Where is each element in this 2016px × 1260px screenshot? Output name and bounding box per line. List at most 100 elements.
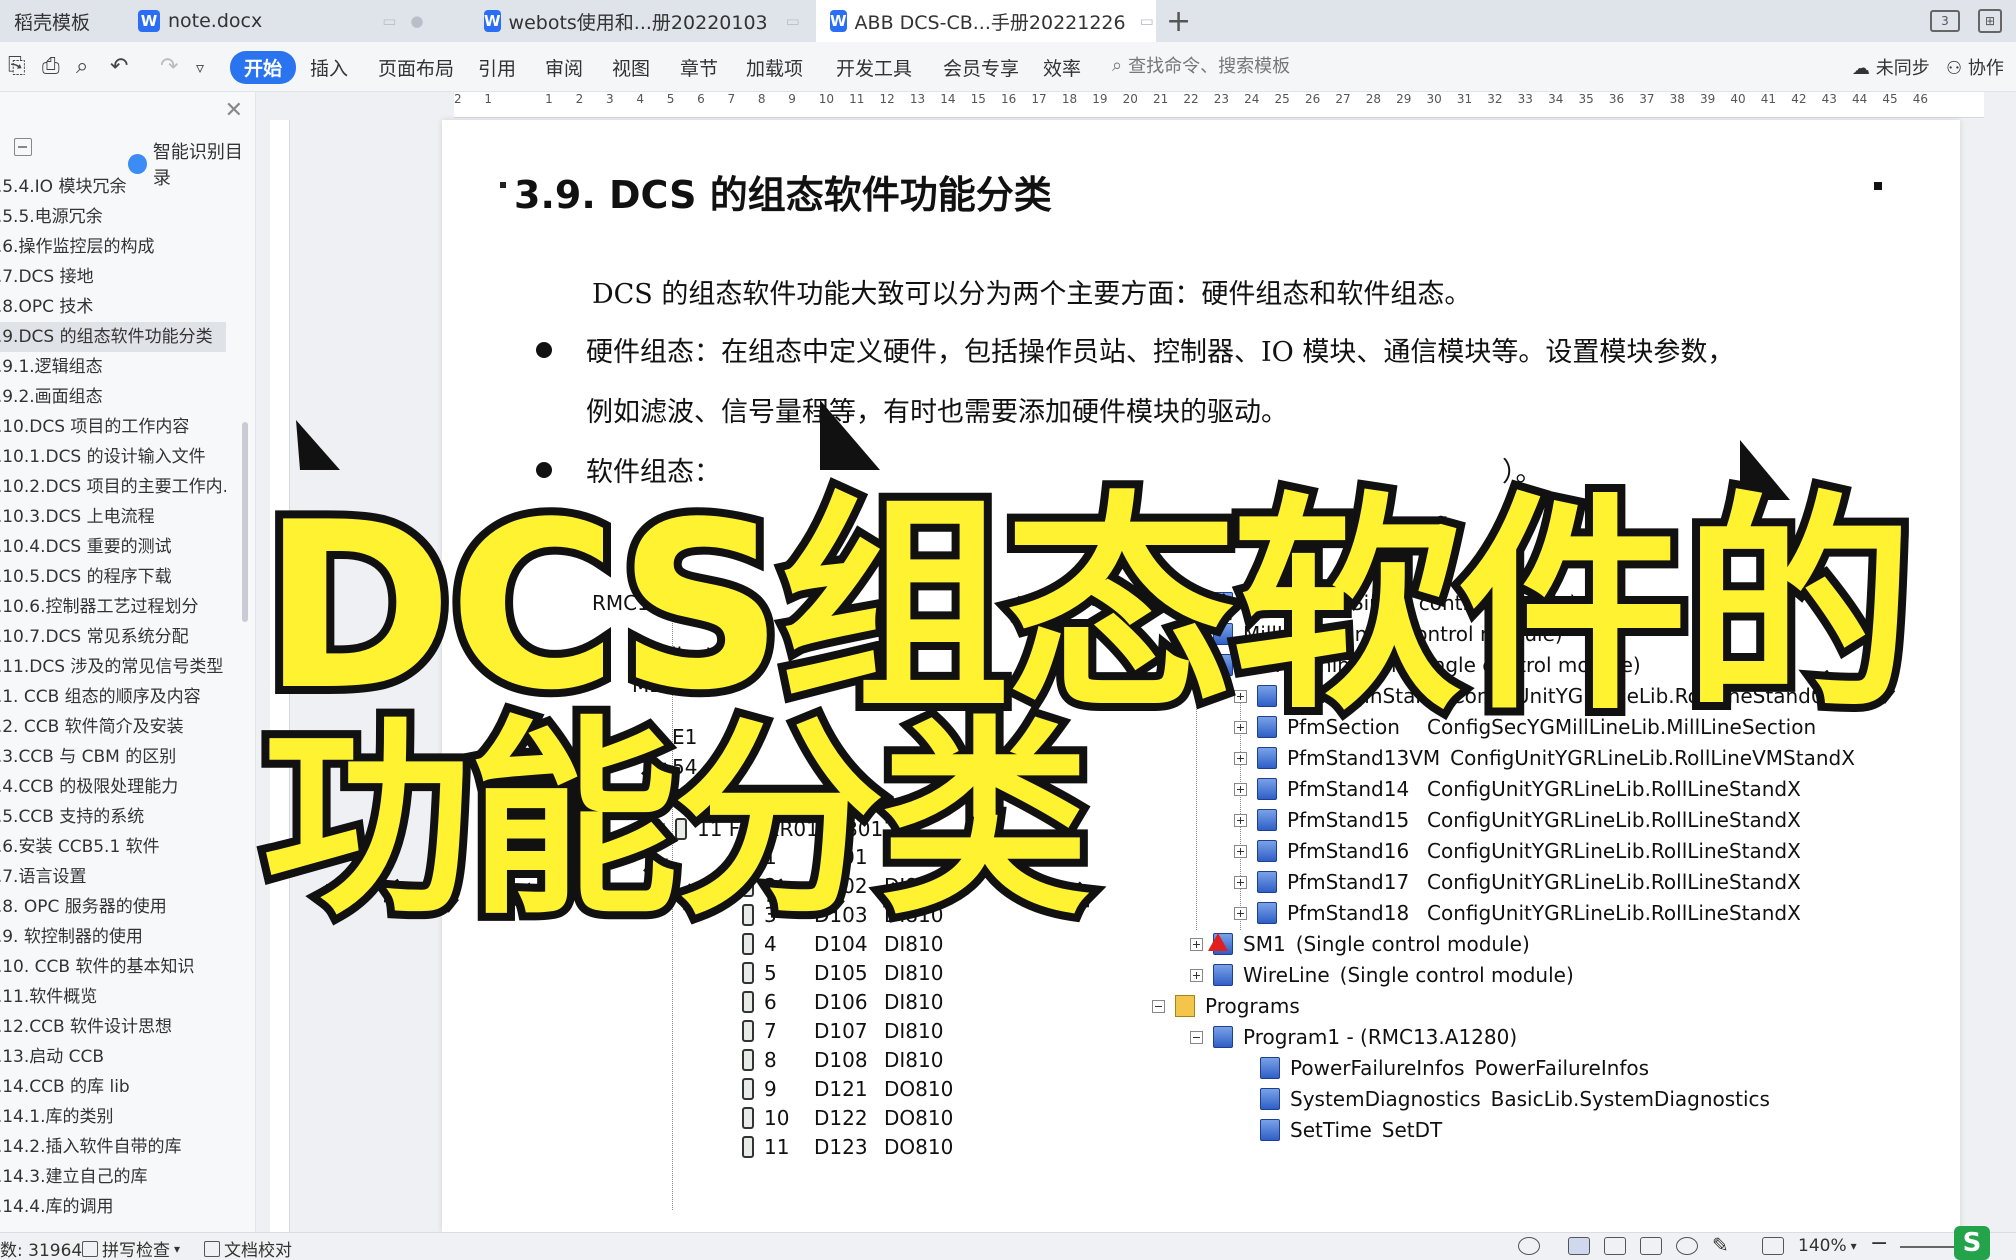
tree-row[interactable]: WireLine (Single control module) <box>1190 962 1574 988</box>
toc-item[interactable]: 3.10.7.DCS 常见系统分配 <box>0 622 226 652</box>
pen-icon[interactable]: ✎ <box>1712 1233 1734 1257</box>
collapse-node-icon[interactable] <box>652 822 665 836</box>
tree-row[interactable]: PfmStand15 ConfigUnitYGRLineLib.RollLineS… <box>1234 807 1801 833</box>
tree-row[interactable]: SetTime SetDT <box>1260 1117 1442 1143</box>
toc-item[interactable]: 3.7.DCS 接地 <box>0 262 226 292</box>
page-view-icon[interactable] <box>1568 1237 1590 1255</box>
sogou-ime-icon[interactable]: S <box>1954 1226 1990 1260</box>
toc-item[interactable]: 4.14.CCB 的库 lib <box>0 1072 226 1102</box>
document-page[interactable]: 3.9. DCS 的组态软件功能分类 DCS 的组态软件功能大致可以分为两个主要… <box>442 120 1960 1232</box>
expand-node-icon[interactable] <box>1190 627 1203 641</box>
toc-item[interactable]: 3.11.DCS 涉及的常见信号类型 <box>0 652 226 682</box>
collapse-node-icon[interactable] <box>1190 1030 1203 1044</box>
tab-note-docx[interactable]: W note.docx ▭ ● <box>124 0 468 42</box>
toc-item[interactable]: 4.10. CCB 软件的基本知识 <box>0 952 226 982</box>
expand-node-icon[interactable] <box>1234 844 1247 858</box>
menu-home[interactable]: 开始 <box>230 51 297 84</box>
tree-row[interactable]: PfmStand16 ConfigUnitYGRLineLib.RollLineS… <box>1234 838 1801 864</box>
toc-item[interactable]: 3.9.1.逻辑组态 <box>0 352 226 382</box>
menu-view[interactable]: 视图 <box>612 54 650 81</box>
collaborate-button[interactable]: ⚇ 协作 <box>1946 54 2004 80</box>
tree-row-io[interactable]: 5 D105 DI810 <box>742 960 943 986</box>
collapse-all-icon[interactable] <box>14 138 32 156</box>
tree-row[interactable]: PfmSection ConfigSecYGMillLineLib.MillLin… <box>1234 714 1816 740</box>
command-search[interactable]: ⌕ 查找命令、搜索模板 <box>1112 52 1290 78</box>
tree-row[interactable]: SM1 (Single control module) <box>1190 931 1530 957</box>
tree-row-io[interactable]: 8 D108 DI810 <box>742 1047 943 1073</box>
tree-row-io[interactable]: 7 D107 DI810 <box>742 1018 943 1044</box>
reading-view-icon[interactable] <box>1640 1237 1662 1255</box>
window-layout-icon[interactable]: 3 <box>1930 10 1960 32</box>
menu-addins[interactable]: 加载项 <box>746 54 803 81</box>
tree-row-io[interactable]: 1 D101 DI810 <box>742 844 943 870</box>
customize-dropdown-icon[interactable]: ▿ <box>196 58 204 77</box>
tree-row-io[interactable]: 2 D102 DI810 <box>742 873 943 899</box>
tree-row[interactable]: Program1 - (RMC13.A1280) <box>1190 1024 1517 1050</box>
horizontal-ruler[interactable]: 2 1 1 2 3 4 5 6 7 8 9 10 11 12 13 14 15 16 17 18 19 20 21 22 23 2… <box>454 92 1984 118</box>
expand-node-icon[interactable] <box>1234 875 1247 889</box>
expand-node-icon[interactable] <box>1234 782 1247 796</box>
expand-node-icon[interactable] <box>1190 968 1203 982</box>
close-icon[interactable]: ✕ <box>225 98 243 123</box>
tree-row-io[interactable]: 6 D106 DI810 <box>742 989 943 1015</box>
tab-pin-icon[interactable]: ▭ <box>1140 12 1154 30</box>
tree-row-module[interactable]: 11 F08XR01 CI801 <box>652 816 883 842</box>
spell-check-toggle[interactable]: 拼写检查 ▾ <box>82 1236 180 1260</box>
outline-view-icon[interactable] <box>1604 1237 1626 1255</box>
menu-efficiency[interactable]: 效率 <box>1043 54 1081 81</box>
toc-item[interactable]: 3.9.2.画面组态 <box>0 382 226 412</box>
toc-item[interactable]: 4.5.CCB 支持的系统 <box>0 802 226 832</box>
eye-protection-icon[interactable] <box>1518 1237 1540 1255</box>
expand-node-icon[interactable] <box>1234 813 1247 827</box>
toc-item[interactable]: 3.10.4.DCS 重要的测试 <box>0 532 226 562</box>
expand-node-icon[interactable] <box>1234 720 1247 734</box>
expand-node-icon[interactable] <box>1234 689 1247 703</box>
tab-pin-icon[interactable]: ▭ <box>786 12 800 30</box>
tree-row[interactable]: Programs <box>1152 993 1300 1019</box>
tree-row[interactable]: SystemDiagnostics BasicLib.SystemDiagnost… <box>1260 1086 1770 1112</box>
toc-item[interactable]: 3.10.6.控制器工艺过程划分 <box>0 592 226 622</box>
toc-item[interactable]: 4.8. OPC 服务器的使用 <box>0 892 226 922</box>
web-view-icon[interactable] <box>1676 1237 1698 1255</box>
toc-item[interactable]: 4.14.3.建立自己的库 <box>0 1162 226 1192</box>
sync-status[interactable]: ☁ 未同步 <box>1852 54 1930 80</box>
tree-row-io[interactable]: 11 D123 DO810 <box>742 1134 953 1160</box>
tree-row[interactable]: PowerFailureInfos PowerFailureInfos <box>1260 1055 1649 1081</box>
toc-item[interactable]: 4.6.安装 CCB5.1 软件 <box>0 832 226 862</box>
menu-references[interactable]: 引用 <box>478 54 516 81</box>
toc-item[interactable]: 4.14.1.库的类别 <box>0 1102 226 1132</box>
toc-item[interactable]: 4.4.CCB 的极限处理能力 <box>0 772 226 802</box>
tab-pin-icon[interactable]: ▭ <box>382 12 396 30</box>
toc-item[interactable]: 4.12.CCB 软件设计思想 <box>0 1012 226 1042</box>
tree-row-io[interactable]: 4 D104 DI810 <box>742 931 943 957</box>
collapse-node-icon[interactable] <box>1190 658 1203 672</box>
tree-row[interactable]: PreFinishingMill (Single control module) <box>1190 652 1641 678</box>
search-input[interactable]: 查找命令、搜索模板 <box>1128 52 1290 78</box>
toc-item[interactable]: 4.1. CCB 组态的顺序及内容 <box>0 682 226 712</box>
tree-row[interactable]: PfmStand14 ConfigUnitYGRLineLib.RollLineS… <box>1234 776 1801 802</box>
toc-item[interactable]: 4.3.CCB 与 CBM 的区别 <box>0 742 226 772</box>
tree-row[interactable]: PfmStand17 ConfigUnitYGRLineLib.RollLineS… <box>1234 869 1801 895</box>
toc-item[interactable]: 3.6.操作监控层的构成 <box>0 232 226 262</box>
toc-item[interactable]: 4.9. 软控制器的使用 <box>0 922 226 952</box>
tree-row[interactable]: Common (Single control module) <box>1190 590 1577 616</box>
menu-chapter[interactable]: 章节 <box>680 54 718 81</box>
tree-row[interactable]: PfmStand18 ConfigUnitYGRLineLib.RollLineS… <box>1234 900 1801 926</box>
toc-item[interactable]: 4.7.语言设置 <box>0 862 226 892</box>
toc-item[interactable]: 3.9.DCS 的组态软件功能分类 <box>0 322 226 352</box>
toc-item[interactable]: 3.5.5.电源冗余 <box>0 202 226 232</box>
zoom-slider[interactable] <box>1900 1246 1956 1248</box>
zoom-out-icon[interactable]: − <box>1870 1231 1888 1256</box>
redo-icon[interactable]: ↷ <box>160 54 178 79</box>
expand-node-icon[interactable] <box>1190 596 1203 610</box>
toc-item[interactable]: 4.2. CCB 软件简介及安装 <box>0 712 226 742</box>
toc-item[interactable]: 3.10.DCS 项目的工作内容 <box>0 412 226 442</box>
expand-node-icon[interactable] <box>1190 937 1203 951</box>
toc-item[interactable]: 4.14.4.库的调用 <box>0 1192 226 1222</box>
tree-row-io[interactable]: 9 D121 DO810 <box>742 1076 953 1102</box>
tab-docer-templates[interactable]: 稻壳模板 <box>0 0 122 42</box>
tree-row-io[interactable]: 10 D122 DO810 <box>742 1105 953 1131</box>
tab-webots[interactable]: W webots使用和...册20220103 ▭ ● <box>470 0 814 42</box>
expand-node-icon[interactable] <box>1234 751 1247 765</box>
grid-apps-icon[interactable]: ⊞ <box>1978 9 2002 33</box>
